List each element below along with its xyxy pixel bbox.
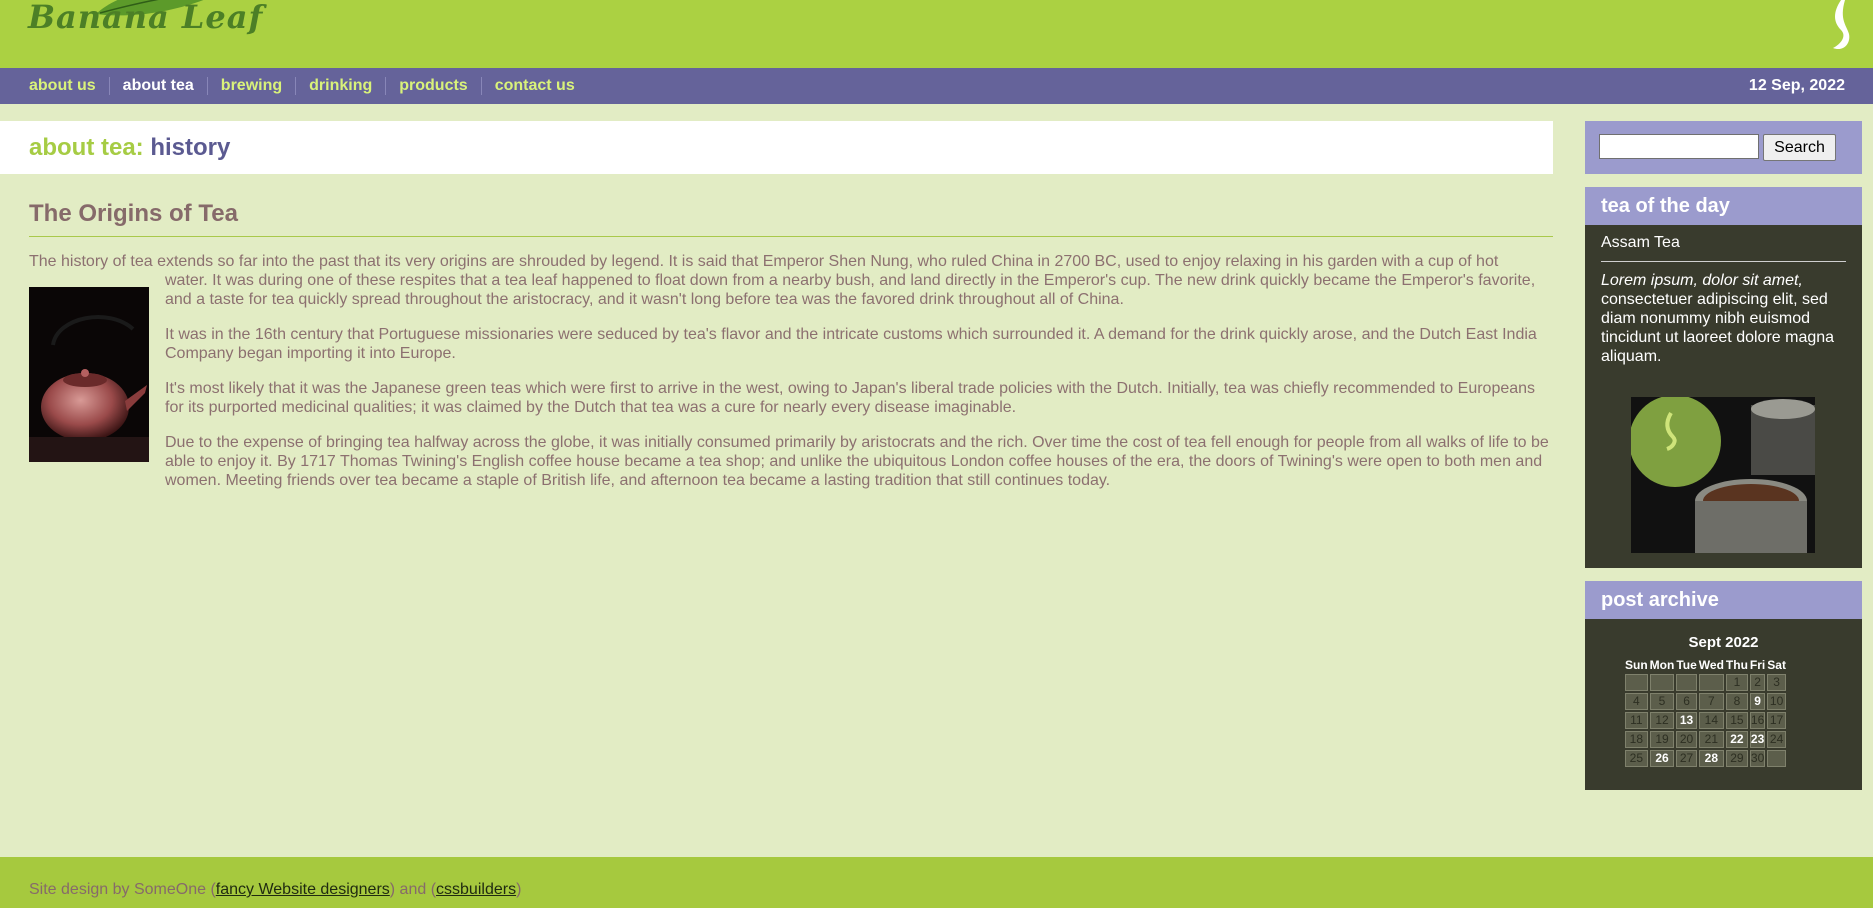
article-paragraph: The history of tea extends so far into t…	[29, 253, 1499, 270]
calendar-day: 8	[1725, 693, 1748, 710]
calendar-day: 20	[1676, 731, 1697, 748]
calendar-weekday: Thu	[1725, 658, 1748, 672]
tea-of-the-day-widget: tea of the day Assam Tea Lorem ipsum, do…	[1585, 187, 1862, 568]
site-footer: Site design by SomeOne (fancy Website de…	[0, 857, 1873, 908]
tea-description-body: consectetuer adipiscing elit, sed diam n…	[1601, 291, 1835, 365]
calendar-day: 16	[1749, 712, 1766, 729]
calendar-day: 14	[1698, 712, 1724, 729]
calendar-day: 3	[1767, 674, 1786, 691]
calendar-day: 12	[1649, 712, 1675, 729]
site-logo[interactable]: Banana Leaf	[28, 0, 262, 40]
nav-item-contact-us[interactable]: contact us	[480, 77, 588, 95]
article-paragraph: It was in the 16th century that Portugue…	[165, 326, 1537, 362]
calendar-day[interactable]: 22	[1725, 731, 1748, 748]
search-button[interactable]: Search	[1763, 134, 1836, 161]
calendar-week: 4 5 6 7 8 9 10	[1625, 693, 1786, 710]
calendar-weekday: Fri	[1749, 658, 1766, 672]
calendar-weekday: Tue	[1676, 658, 1697, 672]
calendar-days: 1 2 3 4 5 6 7 8 9 10 11 12 13 14 15 16 17 18 19 20 21 22 23 24 2…	[1625, 674, 1786, 767]
calendar-day: 11	[1625, 712, 1648, 729]
article-paragraph: Due to the expense of bringing tea halfw…	[165, 434, 1549, 489]
calendar-day-empty	[1676, 674, 1697, 691]
calendar-day: 27	[1676, 750, 1697, 767]
nav-item-about-us[interactable]: about us	[16, 77, 109, 95]
article-title: The Origins of Tea	[29, 200, 1553, 237]
search-widget: Search	[1585, 121, 1862, 174]
page-title-bar: about tea: history	[0, 121, 1553, 174]
main-nav: about us about tea brewing drinking prod…	[16, 68, 588, 104]
calendar-day-empty	[1767, 750, 1786, 767]
calendar-day: 25	[1625, 750, 1648, 767]
calendar-weekday: Wed	[1698, 658, 1724, 672]
article-paragraph: It's most likely that it was the Japanes…	[165, 380, 1536, 416]
post-archive-title: post archive	[1585, 581, 1862, 619]
post-archive-widget: post archive Sept 2022 Sun Mon Tue Wed T…	[1585, 581, 1862, 790]
calendar-day: 24	[1767, 731, 1786, 748]
page-title: about tea: history	[29, 134, 230, 162]
current-date: 12 Sep, 2022	[1748, 77, 1845, 94]
calendar-day: 7	[1698, 693, 1724, 710]
search-input[interactable]	[1599, 134, 1759, 159]
footer-prefix: Site design by SomeOne (	[29, 881, 216, 898]
calendar-day: 10	[1767, 693, 1786, 710]
calendar-day-empty	[1698, 674, 1724, 691]
calendar-weekday: Mon	[1649, 658, 1675, 672]
nav-item-products[interactable]: products	[385, 77, 480, 95]
calendar-month: Sept 2022	[1688, 634, 1759, 651]
leaf-swirl-icon	[1833, 0, 1850, 50]
site-header: Banana Leaf	[0, 0, 1873, 68]
calendar-weekday: Sat	[1767, 658, 1786, 672]
calendar-week: 25 26 27 28 29 30	[1625, 750, 1786, 767]
tea-of-the-day-title: tea of the day	[1585, 187, 1862, 225]
article-paragraph: water. It was during one of these respit…	[165, 272, 1536, 308]
calendar-week: 11 12 13 14 15 16 17	[1625, 712, 1786, 729]
teapot-photo	[29, 287, 149, 462]
main-nav-bar: about us about tea brewing drinking prod…	[0, 68, 1873, 104]
tea-description-lead: Lorem ipsum, dolor sit amet,	[1601, 272, 1803, 289]
footer-link-designers[interactable]: fancy Website designers	[216, 881, 390, 898]
calendar-day: 18	[1625, 731, 1648, 748]
calendar-day: 1	[1725, 674, 1748, 691]
calendar-day: 29	[1725, 750, 1748, 767]
nav-item-about-tea[interactable]: about tea	[108, 77, 207, 95]
calendar-day: 21	[1698, 731, 1724, 748]
calendar-day: 6	[1676, 693, 1697, 710]
calendar-day[interactable]: 23	[1749, 731, 1766, 748]
calendar-day: 30	[1749, 750, 1766, 767]
nav-item-drinking[interactable]: drinking	[295, 77, 385, 95]
calendar-day[interactable]: 13	[1676, 712, 1697, 729]
calendar-day: 15	[1725, 712, 1748, 729]
tea-name: Assam Tea	[1601, 234, 1680, 251]
calendar-day: 5	[1649, 693, 1675, 710]
calendar-day[interactable]: 28	[1698, 750, 1724, 767]
calendar-day[interactable]: 9	[1749, 693, 1766, 710]
calendar-day: 17	[1767, 712, 1786, 729]
calendar-week: 18 19 20 21 22 23 24	[1625, 731, 1786, 748]
sidebar: Search tea of the day Assam Tea Lorem ip…	[1585, 121, 1862, 790]
archive-calendar: Sun Mon Tue Wed Thu Fri Sat 1 2 3 4 5 6 7 8 9 10 1…	[1623, 656, 1788, 769]
calendar-day: 19	[1649, 731, 1675, 748]
footer-link-cssbuilders[interactable]: cssbuilders	[436, 881, 516, 898]
divider	[1601, 261, 1846, 262]
tea-description: Lorem ipsum, dolor sit amet, consectetue…	[1601, 271, 1846, 366]
calendar-day: 2	[1749, 674, 1766, 691]
main-content: The Origins of Tea The history of tea ex…	[29, 200, 1553, 489]
footer-suffix: )	[516, 881, 522, 898]
calendar-day: 4	[1625, 693, 1648, 710]
calendar-day-empty	[1649, 674, 1675, 691]
calendar-day-empty	[1625, 674, 1648, 691]
page-title-section: about tea:	[29, 134, 144, 161]
page-title-page: history	[150, 134, 231, 161]
tea-tin-photo	[1631, 397, 1815, 553]
nav-item-brewing[interactable]: brewing	[206, 77, 295, 95]
tea-of-the-day-body: Assam Tea Lorem ipsum, dolor sit amet, c…	[1585, 225, 1862, 568]
footer-middle: ) and (	[389, 881, 437, 898]
footer-credits: Site design by SomeOne (fancy Website de…	[29, 881, 521, 899]
calendar-day[interactable]: 26	[1649, 750, 1675, 767]
logo-text: Banana Leaf	[28, 0, 264, 36]
post-archive-body: Sept 2022 Sun Mon Tue Wed Thu Fri Sat 12…	[1585, 619, 1862, 790]
calendar-week: 123	[1625, 674, 1786, 691]
calendar-weekday: Sun	[1625, 658, 1648, 672]
